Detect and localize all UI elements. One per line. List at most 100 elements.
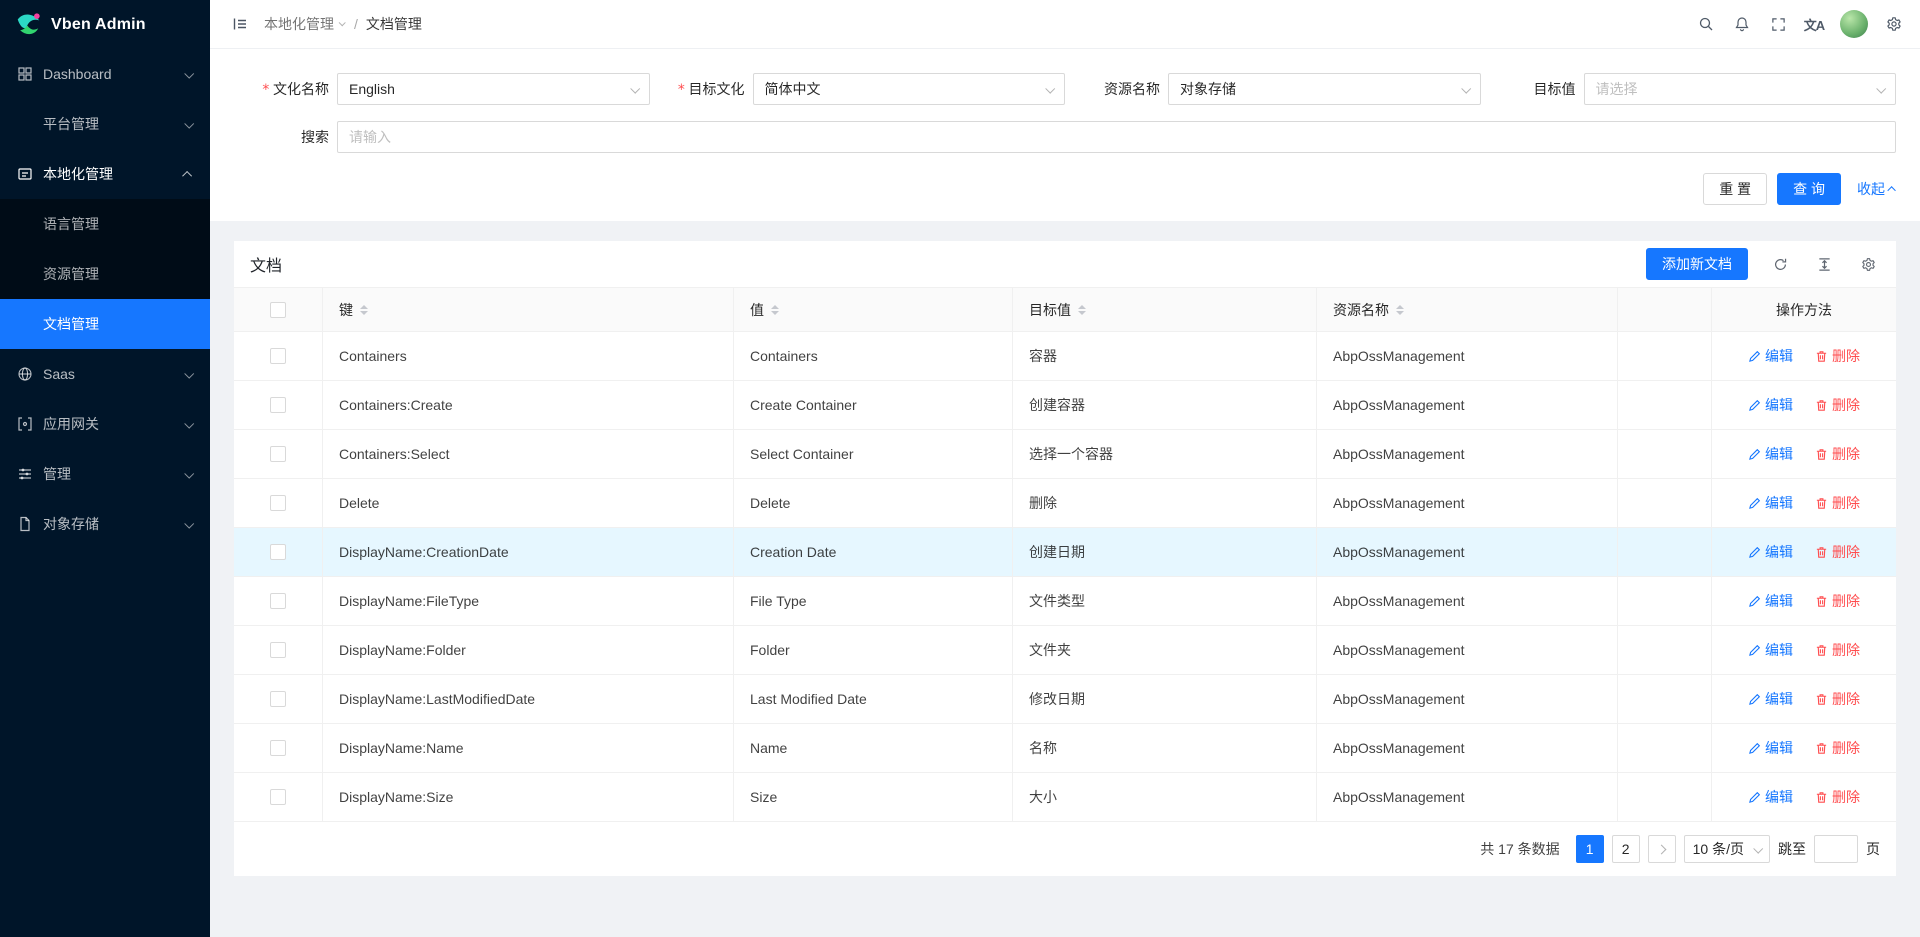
edit-button[interactable]: 编辑: [1748, 787, 1793, 807]
delete-button[interactable]: 删除: [1815, 738, 1860, 758]
header-checkbox-cell: [234, 288, 323, 331]
row-checkbox[interactable]: [270, 495, 286, 511]
delete-button[interactable]: 删除: [1815, 444, 1860, 464]
row-checkbox-cell: [234, 773, 323, 821]
resource-select[interactable]: 对象存储: [1168, 73, 1481, 105]
edit-button[interactable]: 编辑: [1748, 542, 1793, 562]
target-value-select[interactable]: 请选择: [1584, 73, 1897, 105]
breadcrumb-item[interactable]: 本地化管理: [264, 14, 334, 34]
sidebar-item-platform[interactable]: 平台管理: [0, 99, 210, 149]
table-row: DisplayName:LastModifiedDate Last Modifi…: [234, 675, 1896, 724]
table-row: DisplayName:Folder Folder 文件夹 AbpOssMana…: [234, 626, 1896, 675]
user-avatar[interactable]: [1840, 10, 1868, 38]
column-header-resource[interactable]: 资源名称: [1317, 288, 1618, 331]
spacer-cell: [1618, 332, 1712, 380]
delete-button[interactable]: 删除: [1815, 493, 1860, 513]
row-checkbox[interactable]: [270, 348, 286, 364]
refresh-icon: [1773, 257, 1788, 272]
chevron-down-icon: [1876, 83, 1886, 93]
edit-button[interactable]: 编辑: [1748, 493, 1793, 513]
row-checkbox[interactable]: [270, 642, 286, 658]
chevron-up-icon: [1887, 186, 1895, 194]
column-header-key[interactable]: 键: [323, 288, 734, 331]
sidebar-item-resource-management[interactable]: 资源管理: [0, 249, 210, 299]
column-header-value[interactable]: 值: [734, 288, 1013, 331]
page-button-2[interactable]: 2: [1612, 835, 1640, 863]
bell-icon: [1734, 16, 1750, 32]
target-culture-select[interactable]: 简体中文: [753, 73, 1066, 105]
edit-button[interactable]: 编辑: [1748, 738, 1793, 758]
edit-label: 编辑: [1765, 395, 1793, 415]
row-checkbox[interactable]: [270, 691, 286, 707]
sidebar-item-dashboard[interactable]: Dashboard: [0, 49, 210, 99]
trash-icon: [1815, 595, 1828, 608]
cell-resource-name: AbpOssManagement: [1317, 773, 1618, 821]
cell-target-value: 创建容器: [1013, 381, 1317, 429]
next-page-button[interactable]: [1648, 835, 1676, 863]
translate-icon: 文A: [1804, 15, 1824, 34]
form-actions: 重 置 查 询 收起: [234, 173, 1896, 205]
select-all-checkbox[interactable]: [270, 302, 286, 318]
delete-button[interactable]: 删除: [1815, 591, 1860, 611]
edit-label: 编辑: [1765, 787, 1793, 807]
delete-button[interactable]: 删除: [1815, 395, 1860, 415]
sidebar-item-document-management[interactable]: 文档管理: [0, 299, 210, 349]
collapse-button[interactable]: 收起: [1857, 179, 1896, 199]
culture-select[interactable]: English: [337, 73, 650, 105]
table-settings-button[interactable]: [1856, 252, 1880, 276]
sort-icon[interactable]: [1396, 305, 1404, 315]
sidebar-item-saas[interactable]: Saas: [0, 349, 210, 399]
delete-button[interactable]: 删除: [1815, 689, 1860, 709]
table-row: Containers Containers 容器 AbpOssManagemen…: [234, 332, 1896, 381]
menu-collapse-button[interactable]: [226, 0, 254, 49]
edit-button[interactable]: 编辑: [1748, 346, 1793, 366]
edit-button[interactable]: 编辑: [1748, 591, 1793, 611]
sidebar: Vben Admin Dashboard 平台管理 本地化管理 语言管理: [0, 0, 210, 937]
add-document-button[interactable]: 添加新文档: [1646, 248, 1748, 280]
settings-button[interactable]: [1876, 0, 1912, 49]
sort-icon[interactable]: [1078, 305, 1086, 315]
refresh-button[interactable]: [1768, 252, 1792, 276]
jump-page-input[interactable]: [1814, 835, 1858, 863]
row-height-button[interactable]: [1812, 252, 1836, 276]
search-button[interactable]: [1688, 0, 1724, 49]
translate-button[interactable]: 文A: [1796, 0, 1832, 49]
notifications-button[interactable]: [1724, 0, 1760, 49]
delete-label: 删除: [1832, 689, 1860, 709]
row-checkbox-cell: [234, 332, 323, 380]
cell-value: Select Container: [734, 430, 1013, 478]
row-checkbox[interactable]: [270, 446, 286, 462]
page-size-select[interactable]: 10 条/页: [1684, 835, 1770, 863]
page-button-1[interactable]: 1: [1576, 835, 1604, 863]
row-checkbox[interactable]: [270, 544, 286, 560]
search-input[interactable]: [337, 121, 1896, 153]
edit-button[interactable]: 编辑: [1748, 395, 1793, 415]
delete-button[interactable]: 删除: [1815, 542, 1860, 562]
row-checkbox[interactable]: [270, 593, 286, 609]
pagination-total: 共 17 条数据: [1480, 839, 1559, 859]
row-checkbox[interactable]: [270, 789, 286, 805]
chevron-down-icon: [184, 68, 194, 78]
sort-icon[interactable]: [771, 305, 779, 315]
column-header-target[interactable]: 目标值: [1013, 288, 1317, 331]
sort-icon[interactable]: [360, 305, 368, 315]
localization-icon: [17, 166, 33, 182]
sidebar-item-gateway[interactable]: 应用网关: [0, 399, 210, 449]
fullscreen-button[interactable]: [1760, 0, 1796, 49]
reset-button[interactable]: 重 置: [1703, 173, 1767, 205]
row-checkbox[interactable]: [270, 397, 286, 413]
row-checkbox[interactable]: [270, 740, 286, 756]
app-logo[interactable]: Vben Admin: [0, 0, 210, 49]
sidebar-item-language-management[interactable]: 语言管理: [0, 199, 210, 249]
edit-button[interactable]: 编辑: [1748, 640, 1793, 660]
cell-value: Folder: [734, 626, 1013, 674]
query-button[interactable]: 查 询: [1777, 173, 1841, 205]
delete-button[interactable]: 删除: [1815, 640, 1860, 660]
sidebar-item-management[interactable]: 管理: [0, 449, 210, 499]
delete-button[interactable]: 删除: [1815, 346, 1860, 366]
sidebar-item-object-storage[interactable]: 对象存储: [0, 499, 210, 549]
sidebar-item-localization[interactable]: 本地化管理: [0, 149, 210, 199]
edit-button[interactable]: 编辑: [1748, 444, 1793, 464]
delete-button[interactable]: 删除: [1815, 787, 1860, 807]
edit-button[interactable]: 编辑: [1748, 689, 1793, 709]
